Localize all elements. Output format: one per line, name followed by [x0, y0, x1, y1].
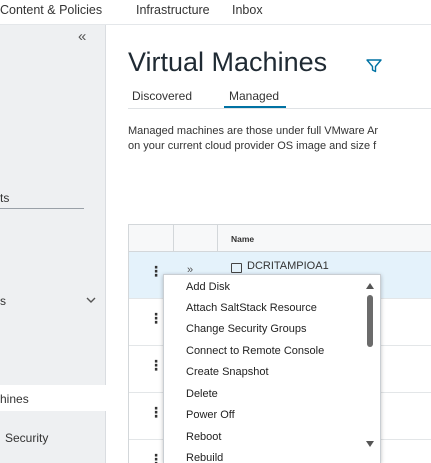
menu-item-remote-console[interactable]: Connect to Remote Console [186, 345, 324, 357]
tab-managed[interactable]: Managed [229, 89, 279, 103]
scroll-down-arrow-icon[interactable] [366, 441, 374, 447]
description-line: on your current cloud provider OS image … [128, 140, 377, 152]
scroll-up-arrow-icon[interactable] [366, 283, 374, 289]
menu-item-create-snapshot[interactable]: Create Snapshot [186, 366, 269, 378]
tab-discovered[interactable]: Discovered [132, 89, 192, 103]
sidebar-item-label: hines [0, 392, 29, 406]
sidebar-item-security[interactable]: Security [5, 431, 48, 445]
vertical-ellipsis-icon[interactable]: ⋮ [149, 358, 163, 372]
menu-item-add-disk[interactable]: Add Disk [186, 281, 230, 293]
vertical-ellipsis-icon[interactable]: ⋮ [149, 452, 163, 463]
menu-item-attach-saltstack[interactable]: Attach SaltStack Resource [186, 302, 317, 314]
filter-icon[interactable] [365, 58, 383, 74]
nav-inbox[interactable]: Inbox [232, 3, 263, 17]
sidebar: « ts s hines Security [0, 25, 106, 463]
nav-content-policies[interactable]: Content & Policies [0, 3, 102, 17]
column-separator [217, 225, 218, 252]
column-header-name[interactable]: Name [231, 234, 254, 244]
vertical-ellipsis-icon[interactable]: ⋮ [149, 264, 163, 278]
chevron-down-icon[interactable] [86, 295, 96, 305]
menu-item-change-security-groups[interactable]: Change Security Groups [186, 323, 306, 335]
vm-icon [231, 263, 242, 273]
nav-infrastructure[interactable]: Infrastructure [136, 3, 210, 17]
grid-header: Name [129, 225, 431, 252]
menu-item-delete[interactable]: Delete [186, 388, 218, 400]
tabs-divider [128, 108, 431, 109]
vertical-ellipsis-icon[interactable]: ⋮ [149, 311, 163, 325]
row-actions-menu: Add Disk Attach SaltStack Resource Chang… [163, 274, 381, 463]
menu-item-rebuild[interactable]: Rebuild [186, 452, 223, 462]
menu-item-reboot[interactable]: Reboot [186, 431, 221, 443]
top-nav: Content & Policies Infrastructure Inbox [0, 0, 431, 25]
double-chevron-left-icon[interactable]: « [78, 28, 86, 45]
sidebar-divider [0, 208, 84, 209]
page-title: Virtual Machines [128, 47, 328, 77]
vertical-ellipsis-icon[interactable]: ⋮ [149, 405, 163, 419]
vm-name[interactable]: DCRITAMPIOA1 [247, 260, 329, 272]
menu-item-power-off[interactable]: Power Off [186, 409, 235, 421]
scrollbar-thumb[interactable] [367, 295, 373, 347]
column-separator [173, 225, 174, 252]
active-tab-indicator [224, 106, 286, 108]
sidebar-item-machines[interactable]: hines [0, 385, 106, 411]
menu-scrollbar[interactable] [363, 279, 377, 449]
page-description: Managed machines are those under full VM… [128, 124, 378, 154]
sidebar-group-partial[interactable]: s [0, 294, 6, 308]
description-line: Managed machines are those under full VM… [128, 125, 379, 137]
sidebar-item-partial[interactable]: ts [0, 191, 9, 205]
